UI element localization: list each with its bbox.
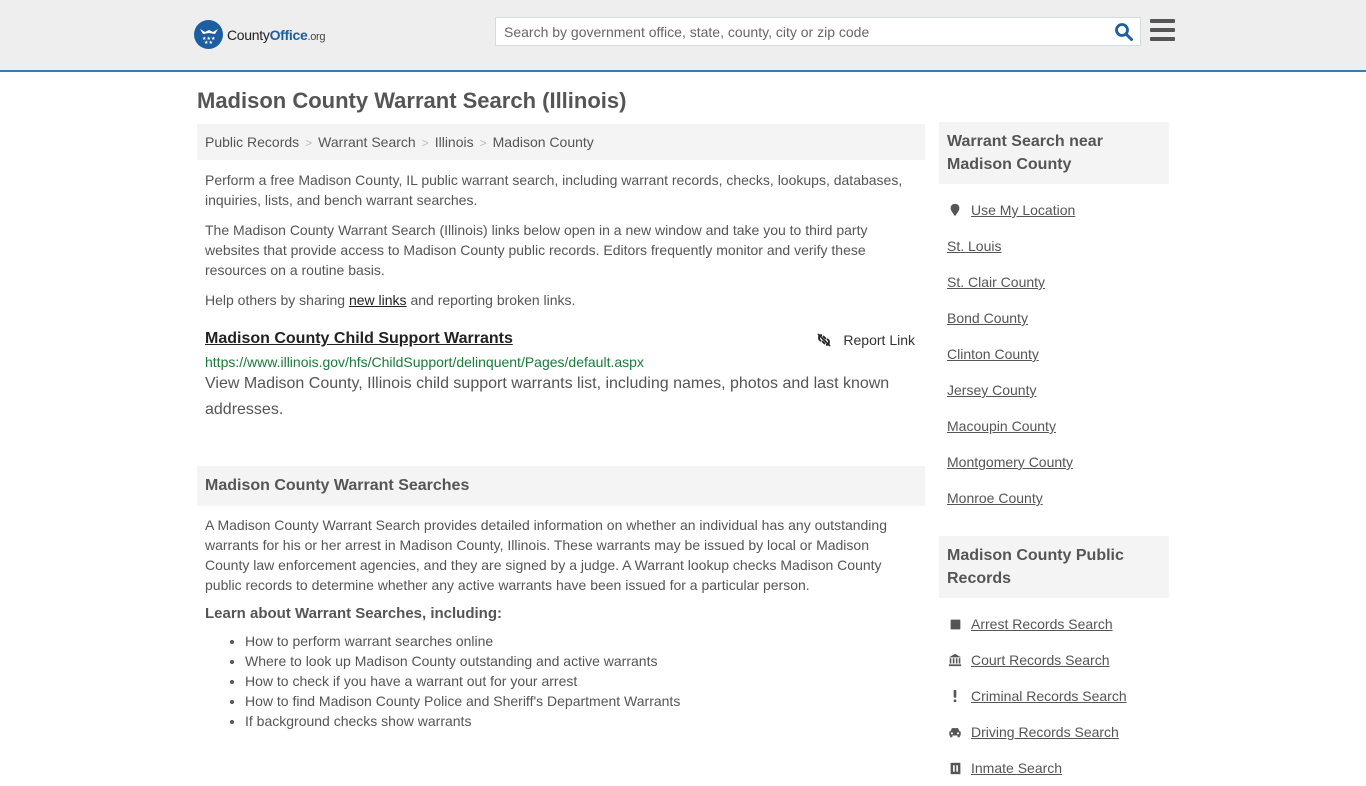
- nearby-list: Use My Location St. Louis St. Clair Coun…: [939, 192, 1169, 516]
- intro-paragraph: The Madison County Warrant Search (Illin…: [205, 222, 868, 278]
- criminal-records-link[interactable]: Criminal Records Search: [971, 688, 1127, 704]
- intro-paragraph: Perform a free Madison County, IL public…: [205, 172, 903, 208]
- result-item: Madison County Child Support Warrants Re…: [197, 330, 925, 423]
- site-header: ★★★ ★★ CountyOffice.org: [0, 0, 1366, 72]
- breadcrumb: Public Records > Warrant Search > Illinois > M…: [197, 124, 925, 160]
- learn-list-item: How to perform warrant searches online: [245, 631, 917, 651]
- new-links-link[interactable]: new links: [349, 292, 407, 308]
- nearby-link-macoupin-county[interactable]: Macoupin County: [947, 418, 1056, 434]
- public-records-item: Driving Records Search: [947, 714, 1161, 750]
- logo-text: CountyOffice.org: [227, 26, 326, 43]
- breadcrumb-separator: >: [479, 136, 487, 150]
- nearby-link-montgomery-county[interactable]: Montgomery County: [947, 454, 1073, 470]
- breadcrumb-separator: >: [305, 136, 313, 150]
- nearby-item: Clinton County: [947, 336, 1161, 372]
- share-links-text: Help others by sharing new links and rep…: [205, 292, 576, 308]
- result-description: View Madison County, Illinois child supp…: [205, 375, 890, 418]
- breadcrumb-public-records[interactable]: Public Records: [205, 134, 299, 150]
- public-records-item: Inmate Search: [947, 750, 1161, 786]
- site-logo[interactable]: ★★★ ★★ CountyOffice.org: [194, 20, 326, 49]
- breadcrumb-madison-county[interactable]: Madison County: [493, 134, 594, 150]
- breadcrumb-warrant-search[interactable]: Warrant Search: [318, 134, 416, 150]
- use-my-location-link[interactable]: Use My Location: [971, 202, 1075, 218]
- public-records-item: Court Records Search: [947, 642, 1161, 678]
- learn-list-item: How to find Madison County Police and Sh…: [245, 691, 917, 711]
- search-box: [495, 17, 1141, 46]
- public-records-item: Arrest Records Search: [947, 606, 1161, 642]
- main-content: Public Records > Warrant Search > Illinois > M…: [197, 124, 925, 731]
- nearby-link-st-louis[interactable]: St. Louis: [947, 238, 1001, 254]
- inmate-search-link[interactable]: Inmate Search: [971, 760, 1062, 776]
- learn-list-item: How to check if you have a warrant out f…: [245, 671, 917, 691]
- map-marker-icon: [947, 202, 963, 218]
- warrant-searches-body: A Madison County Warrant Search provides…: [197, 515, 925, 731]
- warrant-searches-paragraph: A Madison County Warrant Search provides…: [205, 517, 887, 593]
- nearby-item: Montgomery County: [947, 444, 1161, 480]
- car-icon: [947, 724, 963, 740]
- learn-list-item: If background checks show warrants: [245, 711, 917, 731]
- result-title-link[interactable]: Madison County Child Support Warrants: [205, 330, 513, 348]
- hamburger-menu-icon[interactable]: [1150, 19, 1175, 43]
- result-url: https://www.illinois.gov/hfs/ChildSuppor…: [205, 354, 644, 370]
- public-records-item: Criminal Records Search: [947, 678, 1161, 714]
- learn-list-item: Where to look up Madison County outstand…: [245, 651, 917, 671]
- public-records-list: Arrest Records Search Court Records Sear…: [939, 606, 1169, 786]
- nearby-heading: Warrant Search near Madison County: [939, 122, 1169, 184]
- nearby-item: St. Louis: [947, 228, 1161, 264]
- report-link-button[interactable]: Report Link: [816, 332, 915, 348]
- exclamation-icon: [947, 688, 963, 704]
- eagle-logo-icon: ★★★ ★★: [194, 20, 223, 49]
- nearby-item: Monroe County: [947, 480, 1161, 516]
- broken-link-icon: [817, 333, 831, 347]
- nearby-item: Jersey County: [947, 372, 1161, 408]
- sidebar: Warrant Search near Madison County Use M…: [939, 122, 1169, 786]
- public-records-heading: Madison County Public Records: [939, 536, 1169, 598]
- nearby-link-st-clair-county[interactable]: St. Clair County: [947, 274, 1045, 290]
- report-link-label: Report Link: [843, 332, 915, 348]
- search-button[interactable]: [1114, 22, 1134, 42]
- nearby-link-monroe-county[interactable]: Monroe County: [947, 490, 1043, 506]
- page-title: Madison County Warrant Search (Illinois): [197, 88, 627, 113]
- search-icon: [1115, 23, 1133, 41]
- intro: Perform a free Madison County, IL public…: [197, 170, 925, 310]
- nearby-link-jersey-county[interactable]: Jersey County: [947, 382, 1036, 398]
- nearby-item: St. Clair County: [947, 264, 1161, 300]
- svg-text:★★: ★★: [204, 40, 213, 46]
- court-records-link[interactable]: Court Records Search: [971, 652, 1110, 668]
- breadcrumb-illinois[interactable]: Illinois: [435, 134, 474, 150]
- nearby-item: Bond County: [947, 300, 1161, 336]
- warrant-searches-heading: Madison County Warrant Searches: [197, 466, 925, 506]
- learn-heading: Learn about Warrant Searches, including:: [205, 605, 502, 622]
- nearby-link-bond-county[interactable]: Bond County: [947, 310, 1028, 326]
- search-input[interactable]: [496, 18, 1096, 45]
- learn-list: How to perform warrant searches online W…: [205, 631, 917, 731]
- nearby-item: Macoupin County: [947, 408, 1161, 444]
- jail-icon: [947, 760, 963, 776]
- arrest-records-link[interactable]: Arrest Records Search: [971, 616, 1113, 632]
- book-icon: [947, 616, 963, 632]
- use-my-location-item: Use My Location: [947, 192, 1161, 228]
- breadcrumb-separator: >: [421, 136, 429, 150]
- driving-records-link[interactable]: Driving Records Search: [971, 724, 1119, 740]
- courthouse-icon: [947, 652, 963, 668]
- nearby-link-clinton-county[interactable]: Clinton County: [947, 346, 1039, 362]
